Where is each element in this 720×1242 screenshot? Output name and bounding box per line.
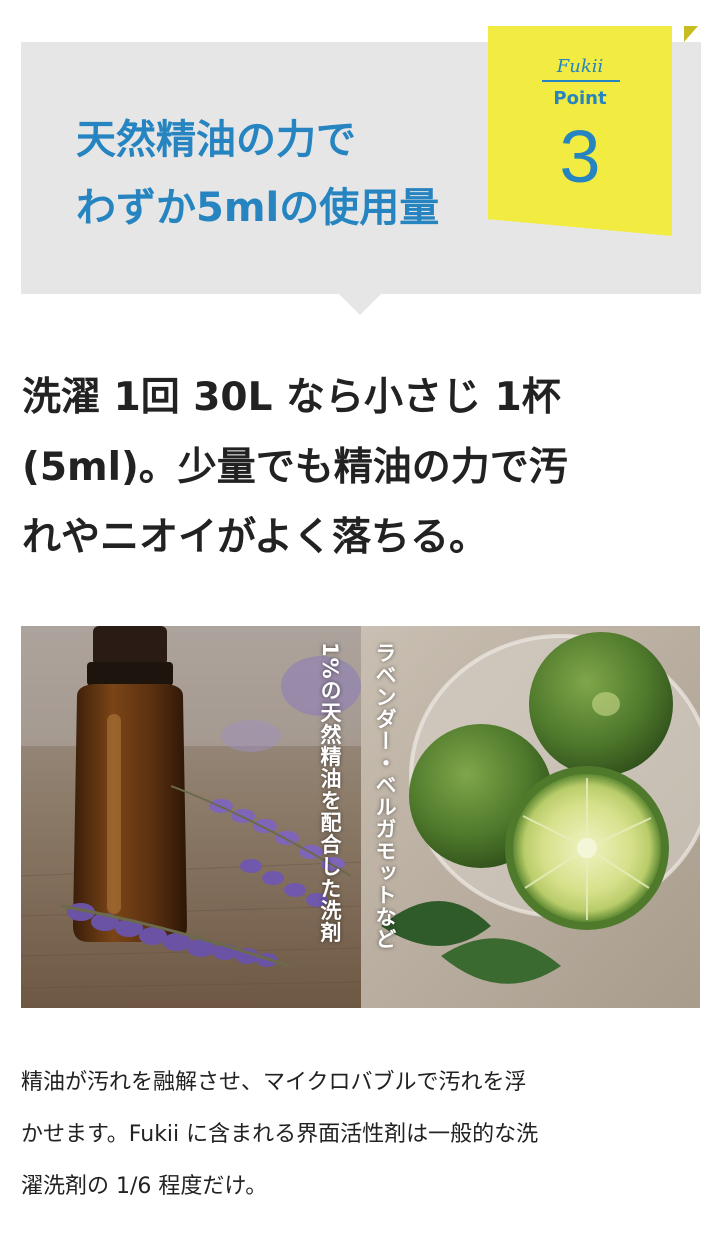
essential-oil-photo — [21, 626, 700, 1008]
badge-brand-underline — [542, 80, 620, 82]
headline-line-2: わずか5mlの使用量 — [76, 185, 440, 231]
badge-point-number: 3 — [559, 115, 601, 198]
body-text-line-3: 濯洗剤の 1/6 程度だけ。 — [21, 1174, 268, 1199]
point-badge: Fukii Point 3 — [488, 26, 698, 238]
headline-line-1: 天然精油の力で — [76, 117, 356, 163]
body-text-line-2: かせます。Fukii に含まれる界面活性剤は一般的な洗 — [21, 1122, 539, 1147]
badge-fold-corner — [684, 26, 698, 42]
badge-ribbon: Fukii Point 3 — [488, 26, 672, 236]
subhead-line-2: (5ml)。少量でも精油の力で汚 — [22, 445, 568, 490]
header-pointer-arrow — [338, 293, 382, 315]
photo-caption-oil-percentage: 1%の天然精油を配合した洗剤 — [318, 642, 342, 944]
photo-illustration — [21, 626, 700, 1008]
badge-brand-logo: Fukii — [556, 56, 604, 77]
subhead-line-3: れやニオイがよく落ちる。 — [22, 515, 489, 560]
badge-point-label: Point — [553, 88, 607, 109]
body-text-line-1: 精油が汚れを融解させ、マイクロバブルで汚れを浮 — [21, 1070, 527, 1095]
subhead-line-1: 洗濯 1回 30L なら小さじ 1杯 — [22, 375, 561, 420]
photo-caption-ingredients: ラベンダー・ベルガモットなど — [373, 642, 397, 950]
